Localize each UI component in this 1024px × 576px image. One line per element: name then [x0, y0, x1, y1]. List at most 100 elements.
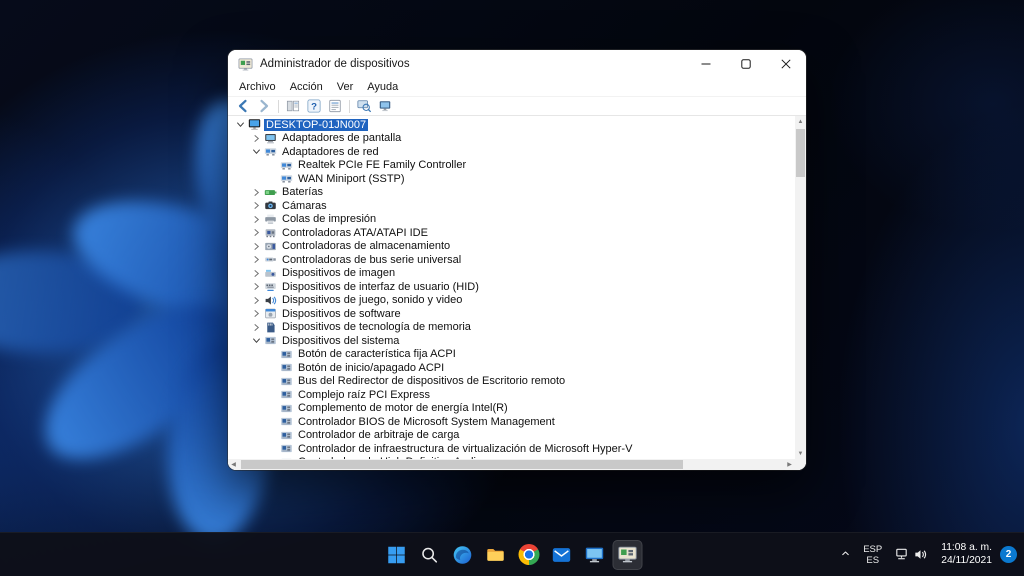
tree-item-dispositivos-de-tecnologia-de-memoria[interactable]: Dispositivos de tecnología de memoria — [228, 321, 795, 335]
menu-archivo[interactable]: Archivo — [232, 80, 283, 94]
console-tree-button[interactable] — [283, 98, 303, 115]
tree-item-boton-de-caracteristica-fija-acpi[interactable]: Botón de característica fija ACPI — [228, 348, 795, 362]
chevron-right-icon[interactable] — [250, 241, 263, 252]
tree-item-dispositivos-de-juego-sonido-y-video[interactable]: Dispositivos de juego, sonido y video — [228, 294, 795, 308]
file-explorer-button[interactable] — [481, 540, 511, 570]
devices-button[interactable] — [375, 98, 395, 115]
tree-item-complemento-de-motor-de-energia-intel-r[interactable]: Complemento de motor de energía Intel(R) — [228, 402, 795, 416]
language-indicator[interactable]: ESP ES — [856, 539, 889, 571]
search-button[interactable] — [415, 540, 445, 570]
clock-time: 11:08 a. m. — [941, 542, 992, 553]
menu-accion[interactable]: Acción — [283, 80, 330, 94]
close-button[interactable] — [766, 50, 806, 78]
tree-item-boton-de-inicio-apagado-acpi[interactable]: Botón de inicio/apagado ACPI — [228, 361, 795, 375]
tree-item-complejo-raiz-pci-express[interactable]: Complejo raíz PCI Express — [228, 388, 795, 402]
start-button[interactable] — [382, 540, 412, 570]
chrome-button[interactable] — [514, 540, 544, 570]
tree-item-wan-miniport-sstp[interactable]: WAN Miniport (SSTP) — [228, 172, 795, 186]
device-manager-button[interactable] — [612, 539, 643, 570]
chevron-right-icon[interactable] — [250, 254, 263, 265]
chevron-right-icon[interactable] — [250, 133, 263, 144]
close-icon — [781, 57, 791, 72]
tree-item-dispositivos-de-software[interactable]: Dispositivos de software — [228, 307, 795, 321]
tree-item-dispositivos-del-sistema[interactable]: Dispositivos del sistema — [228, 334, 795, 348]
sound-device-icon — [263, 294, 277, 307]
edge-icon — [452, 544, 474, 566]
chevron-down-icon[interactable] — [234, 119, 247, 130]
tree-item-label: Adaptadores de pantalla — [282, 132, 402, 145]
tree-item-controladoras-de-almacenamiento[interactable]: Controladoras de almacenamiento — [228, 240, 795, 254]
tree-item-label: Dispositivos de juego, sonido y video — [282, 294, 463, 307]
help-button[interactable]: ? — [304, 98, 324, 115]
tree-item-dispositivos-de-imagen[interactable]: Dispositivos de imagen — [228, 267, 795, 281]
maximize-button[interactable] — [726, 50, 766, 78]
scroll-up-arrow-icon[interactable]: ▲ — [795, 116, 806, 127]
title-bar[interactable]: Administrador de dispositivos — [228, 50, 806, 78]
chevron-right-icon[interactable] — [250, 322, 263, 333]
tree-item-controlador-de-infraestructura-de-virtualizacion[interactable]: Controlador de infraestructura de virtua… — [228, 442, 795, 456]
chevron-right-icon[interactable] — [250, 268, 263, 279]
tree-panel: DESKTOP-01JN007 Adaptadores de pantalla Ad… — [228, 116, 806, 470]
chevron-right-icon[interactable] — [250, 227, 263, 238]
scroll-down-arrow-icon[interactable]: ▼ — [795, 448, 806, 459]
system-device-icon — [279, 429, 293, 442]
horizontal-scrollbar[interactable]: ◀ ▶ — [228, 459, 795, 470]
device-manager-icon — [617, 544, 639, 566]
quick-settings-button[interactable] — [889, 539, 933, 571]
chevron-right-icon[interactable] — [250, 295, 263, 306]
menu-ver[interactable]: Ver — [330, 80, 361, 94]
tree-item-bus-del-redirector-de-dispositivos-de-escritorio[interactable]: Bus del Redirector de dispositivos de Es… — [228, 375, 795, 389]
tree-item-adaptadores-de-pantalla[interactable]: Adaptadores de pantalla — [228, 132, 795, 146]
tree-item-dispositivos-de-interfaz-de-usuario-hid[interactable]: Dispositivos de interfaz de usuario (HID… — [228, 280, 795, 294]
tree-item-controlador-bios-de-microsoft-system-management[interactable]: Controlador BIOS de Microsoft System Man… — [228, 415, 795, 429]
chevron-down-icon[interactable] — [250, 146, 263, 157]
tray-overflow-button[interactable] — [834, 539, 856, 571]
tree-item-controlador-de-arbitraje-de-carga[interactable]: Controlador de arbitraje de carga — [228, 429, 795, 443]
tree-item-realtek-pcie-fe-family-controller[interactable]: Realtek PCIe FE Family Controller — [228, 159, 795, 173]
clock[interactable]: 11:08 a. m. 24/11/2021 — [933, 539, 1000, 571]
back-button[interactable] — [233, 98, 253, 115]
minimize-icon — [701, 57, 711, 72]
mail-button[interactable] — [547, 540, 577, 570]
tree-item-label: Complejo raíz PCI Express — [298, 388, 431, 401]
tree-item-adaptadores-de-red[interactable]: Adaptadores de red — [228, 145, 795, 159]
forward-button[interactable] — [254, 98, 274, 115]
tree-item-colas-de-impresion[interactable]: Colas de impresión — [228, 213, 795, 227]
tree-item-label: Controladoras ATA/ATAPI IDE — [282, 226, 428, 239]
chevron-right-icon[interactable] — [250, 214, 263, 225]
tree-item-label: Controlador de arbitraje de carga — [298, 429, 460, 442]
horizontal-scrollbar-thumb[interactable] — [241, 460, 684, 469]
tree-item-controladoras-ata-atapi-ide[interactable]: Controladoras ATA/ATAPI IDE — [228, 226, 795, 240]
tree-item-label: Bus del Redirector de dispositivos de Es… — [298, 375, 566, 388]
tree-item-label: Realtek PCIe FE Family Controller — [298, 159, 467, 172]
tree-item-desktop-01jn007[interactable]: DESKTOP-01JN007 — [228, 118, 795, 132]
chevron-right-icon[interactable] — [250, 187, 263, 198]
scan-hardware-button[interactable] — [354, 98, 374, 115]
toolbar-separator — [349, 99, 350, 113]
edge-button[interactable] — [448, 540, 478, 570]
tree-item-baterias[interactable]: Baterías — [228, 186, 795, 200]
chevron-right-icon[interactable] — [250, 308, 263, 319]
tree-item-camaras[interactable]: Cámaras — [228, 199, 795, 213]
scroll-right-arrow-icon[interactable]: ▶ — [784, 459, 795, 470]
chevron-right-icon[interactable] — [250, 200, 263, 211]
tree-item-label: Botón de característica fija ACPI — [298, 348, 456, 361]
tree-item-label: Dispositivos de imagen — [282, 267, 396, 280]
notification-center-button[interactable]: 2 — [1000, 539, 1020, 571]
tree-item-label: Controlador de infraestructura de virtua… — [298, 442, 633, 455]
scroll-left-arrow-icon[interactable]: ◀ — [228, 459, 239, 470]
properties-button[interactable] — [325, 98, 345, 115]
vertical-scrollbar[interactable]: ▲ ▼ — [795, 116, 806, 459]
chrome-icon — [518, 544, 539, 565]
chevron-down-icon[interactable] — [250, 335, 263, 346]
tree-item-controladoras-de-bus-serie-universal[interactable]: Controladoras de bus serie universal — [228, 253, 795, 267]
minimize-button[interactable] — [686, 50, 726, 78]
chevron-right-icon[interactable] — [250, 281, 263, 292]
system-tray: ESP ES 11:08 a. m. 24/11/2021 2 — [834, 533, 1020, 576]
vertical-scrollbar-thumb[interactable] — [796, 129, 805, 177]
menu-ayuda[interactable]: Ayuda — [360, 80, 405, 94]
monitor-app-button[interactable] — [580, 540, 610, 570]
